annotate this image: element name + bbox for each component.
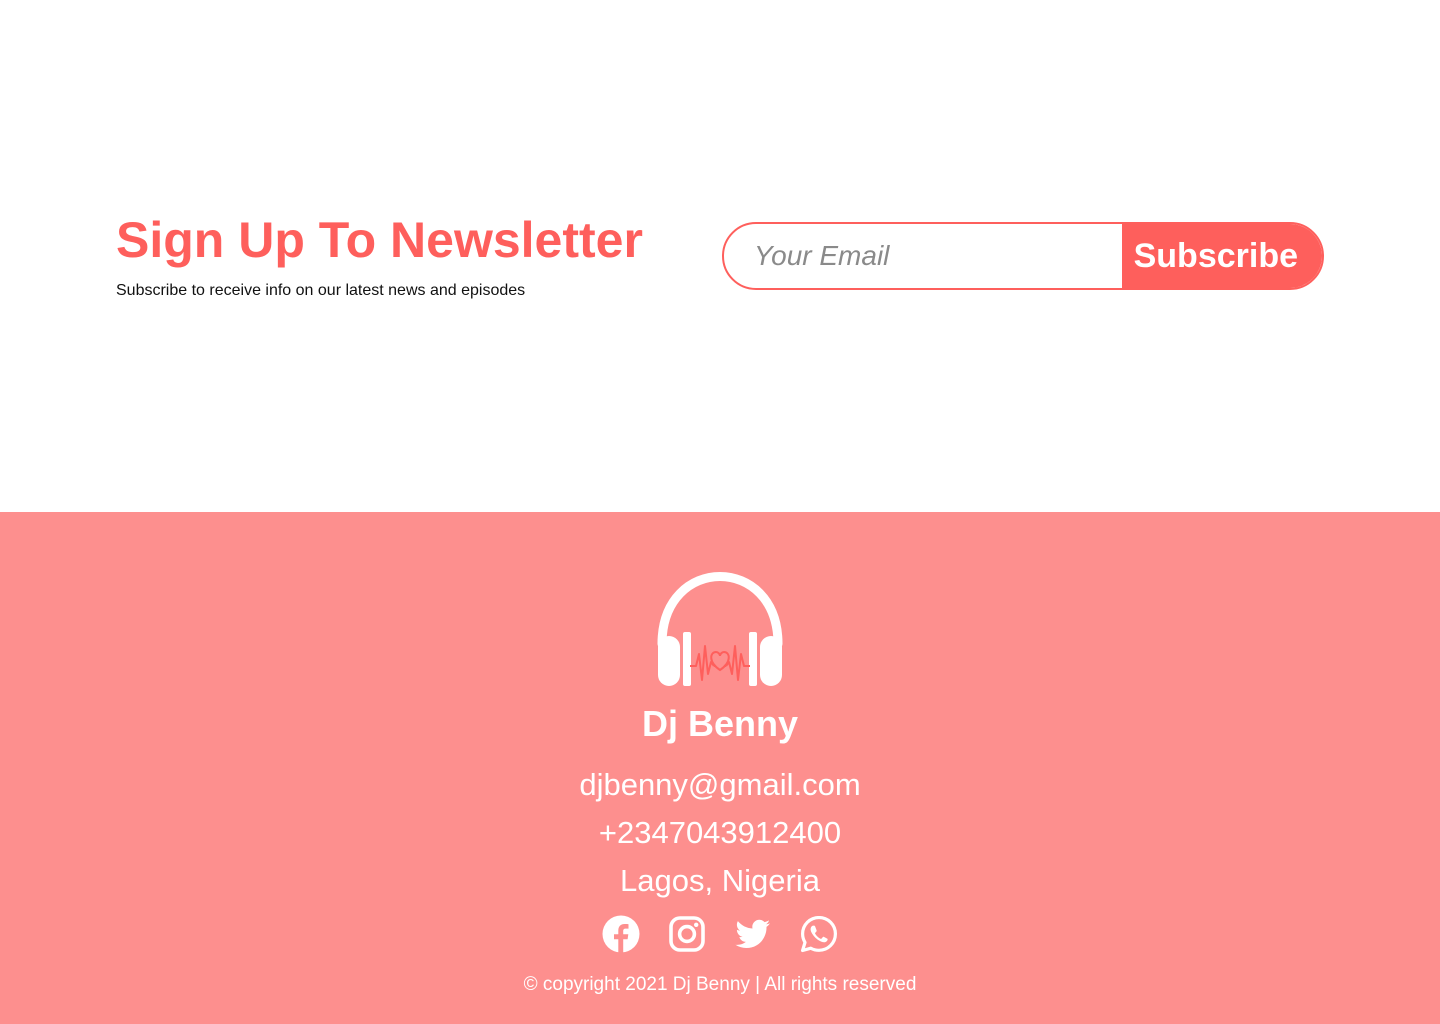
facebook-icon[interactable] [601,914,641,954]
newsletter-section: Sign Up To Newsletter Subscribe to recei… [0,0,1440,512]
contact-email[interactable]: djbenny@gmail.com [0,765,1440,805]
contact-phone[interactable]: +2347043912400 [0,813,1440,853]
headphones-heartbeat-icon [650,562,790,692]
twitter-icon[interactable] [733,914,773,954]
subscribe-button[interactable]: Subscribe [1122,224,1322,288]
newsletter-form: Subscribe [722,222,1324,290]
footer: Dj Benny djbenny@gmail.com +234704391240… [0,512,1440,1024]
instagram-icon[interactable] [667,914,707,954]
brand-name: Dj Benny [641,703,799,744]
newsletter-title: Sign Up To Newsletter [116,212,643,268]
email-input[interactable] [724,224,1122,288]
page: Sign Up To Newsletter Subscribe to recei… [0,0,1440,1024]
newsletter-subtitle: Subscribe to receive info on our latest … [116,282,526,299]
contact-location: Lagos, Nigeria [620,863,820,898]
whatsapp-icon[interactable] [799,914,839,954]
social-links [0,914,1440,958]
copyright-text: © copyright 2021 Dj Benny | All rights r… [523,974,917,995]
